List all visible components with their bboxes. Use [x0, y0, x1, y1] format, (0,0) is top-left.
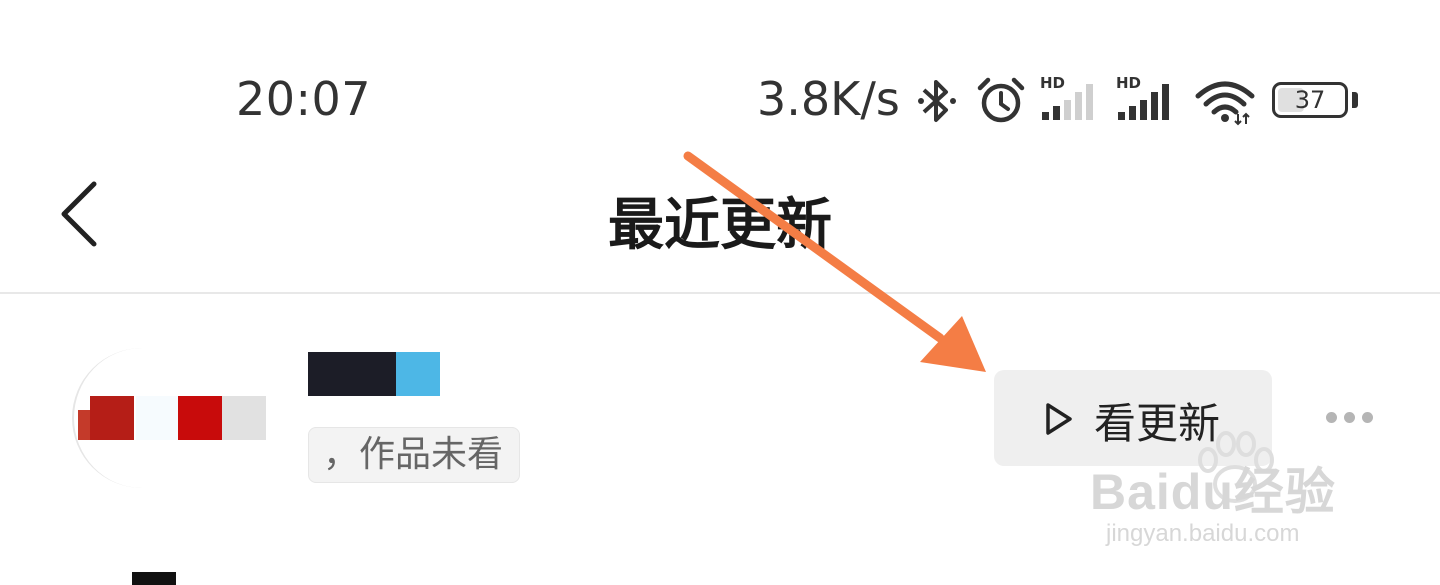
avatar[interactable] — [72, 348, 270, 488]
more-options-button[interactable] — [1322, 404, 1376, 434]
header-divider — [0, 292, 1440, 294]
network-speed: 3.8K/s — [757, 72, 900, 126]
watch-updates-label: 看更新 — [1094, 399, 1221, 448]
alarm-icon — [977, 77, 1025, 123]
avatar-redacted-block — [136, 396, 178, 440]
avatar-redacted-block — [222, 396, 266, 440]
more-horizontal-icon — [1362, 412, 1373, 423]
more-horizontal-icon — [1326, 412, 1337, 423]
next-row-redacted — [132, 572, 176, 585]
redacted-block — [396, 352, 440, 396]
battery-icon: 37 — [1272, 82, 1348, 118]
play-outline-icon — [1046, 403, 1072, 435]
watermark-url: jingyan.baidu.com — [1106, 520, 1300, 547]
watch-updates-button[interactable]: 看更新 — [994, 370, 1272, 466]
avatar-redacted-block — [78, 410, 90, 440]
avatar-redacted-block — [90, 396, 134, 440]
wifi-icon — [1195, 81, 1255, 126]
unwatched-works-tag: ，作品未看 — [308, 427, 521, 483]
signal-hd-icon-2: HD — [1116, 74, 1180, 126]
battery-cap — [1352, 92, 1358, 108]
avatar-redacted-block — [178, 396, 222, 440]
username-redacted[interactable] — [308, 352, 440, 396]
battery-level: 37 — [1294, 86, 1326, 114]
redacted-block — [308, 352, 396, 396]
page-title: 最近更新 — [608, 193, 832, 258]
more-horizontal-icon — [1344, 412, 1355, 423]
bluetooth-icon — [918, 80, 956, 122]
signal-hd-icon: HD — [1040, 74, 1104, 126]
status-time: 20:07 — [236, 72, 372, 126]
